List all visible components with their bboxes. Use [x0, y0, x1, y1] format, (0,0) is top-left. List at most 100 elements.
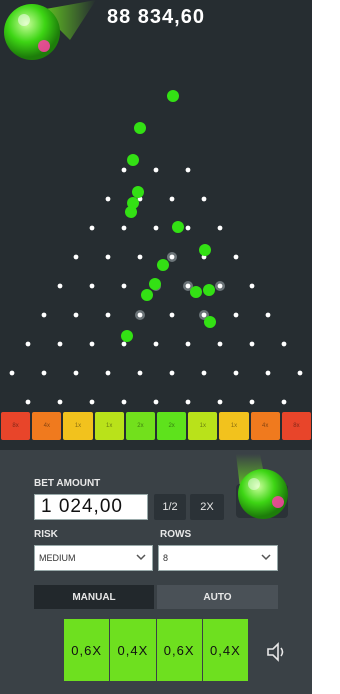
peg: [281, 341, 287, 347]
peg: [9, 370, 15, 376]
peg: [185, 167, 191, 173]
peg: [121, 225, 127, 231]
peg: [89, 399, 95, 405]
balance-display: 88 834,60: [107, 6, 205, 28]
peg: [153, 399, 159, 405]
history-item: 0,6X: [64, 619, 110, 681]
peg: [249, 283, 255, 289]
ball: [167, 90, 179, 102]
drop-ball-button[interactable]: [230, 454, 296, 520]
peg: [137, 254, 143, 260]
peg: [201, 196, 207, 202]
peg: [233, 312, 239, 318]
peg: [185, 399, 191, 405]
multiplier-slot: 8x: [1, 412, 31, 440]
peg: [265, 312, 271, 318]
peg: [105, 254, 111, 260]
multiplier-slot: 4x: [32, 412, 62, 440]
peg: [73, 312, 79, 318]
ball: [141, 289, 153, 301]
peg: [105, 196, 111, 202]
peg: [153, 341, 159, 347]
ball: [121, 330, 133, 342]
history-item: 0,6X: [156, 619, 202, 681]
peg: [121, 341, 127, 347]
ball: [190, 286, 202, 298]
ball: [134, 122, 146, 134]
peg: [105, 370, 111, 376]
peg: [137, 312, 143, 318]
peg: [25, 399, 31, 405]
risk-select-value: MEDIUM: [39, 553, 76, 563]
bet-amount-label: BET AMOUNT: [34, 478, 101, 489]
peg: [185, 283, 191, 289]
peg: [73, 254, 79, 260]
multiplier-row: 8x 4x 1x 1x 2x 2x 1x 1x 4x 8x: [0, 412, 312, 440]
peg: [233, 370, 239, 376]
peg: [105, 312, 111, 318]
ball: [199, 244, 211, 256]
multiplier-slot: 1x: [94, 412, 124, 440]
peg: [249, 399, 255, 405]
peg: [57, 399, 63, 405]
peg: [249, 341, 255, 347]
tab-manual[interactable]: MANUAL: [34, 585, 154, 609]
history-item: 0,4X: [202, 619, 248, 681]
peg: [297, 370, 303, 376]
ball: [125, 206, 137, 218]
peg: [233, 254, 239, 260]
peg: [185, 341, 191, 347]
peg: [217, 341, 223, 347]
peg: [217, 399, 223, 405]
risk-select[interactable]: MEDIUM: [34, 545, 153, 571]
peg: [169, 370, 175, 376]
peg: [41, 312, 47, 318]
multiplier-slot: 4x: [250, 412, 280, 440]
half-bet-button[interactable]: 1/2: [154, 494, 186, 520]
ball: [132, 186, 144, 198]
ball: [149, 278, 161, 290]
multiplier-slot: 1x: [219, 412, 249, 440]
rows-select[interactable]: 8: [158, 545, 278, 571]
double-bet-button[interactable]: 2X: [190, 494, 224, 520]
chevron-down-icon: [261, 554, 271, 561]
rows-select-value: 8: [163, 553, 169, 563]
chevron-down-icon: [136, 554, 146, 561]
peg: [137, 370, 143, 376]
ball: [157, 259, 169, 271]
peg: [73, 370, 79, 376]
peg: [153, 167, 159, 173]
ball: [203, 284, 215, 296]
history-item: 0,4X: [110, 619, 156, 681]
peg: [41, 370, 47, 376]
tab-auto[interactable]: AUTO: [157, 585, 278, 609]
risk-label: RISK: [34, 529, 58, 540]
peg: [185, 225, 191, 231]
peg: [153, 225, 159, 231]
peg: [169, 312, 175, 318]
sound-icon[interactable]: [265, 641, 289, 663]
peg: [217, 225, 223, 231]
multiplier-slot: 2x: [157, 412, 187, 440]
peg: [89, 283, 95, 289]
multiplier-slot: 2x: [125, 412, 156, 440]
peg: [89, 341, 95, 347]
peg: [25, 341, 31, 347]
rows-label: ROWS: [160, 529, 192, 540]
peg: [265, 370, 271, 376]
peg: [121, 283, 127, 289]
ball: [204, 316, 216, 328]
ball: [127, 154, 139, 166]
ball: [172, 221, 184, 233]
peg: [217, 283, 223, 289]
multiplier-slot: 1x: [188, 412, 218, 440]
peg: [57, 283, 63, 289]
plinko-app: 88 834,60 8x 4x 1x 1x 2x 2x 1x 1x 4x 8x BET: [0, 0, 312, 694]
peg: [57, 341, 63, 347]
peg: [121, 167, 127, 173]
peg: [201, 370, 207, 376]
bet-amount-input[interactable]: 1 024,00: [34, 494, 148, 520]
result-history: 0,6X 0,4X 0,6X 0,4X: [64, 619, 248, 681]
peg: [281, 399, 287, 405]
peg: [201, 312, 207, 318]
